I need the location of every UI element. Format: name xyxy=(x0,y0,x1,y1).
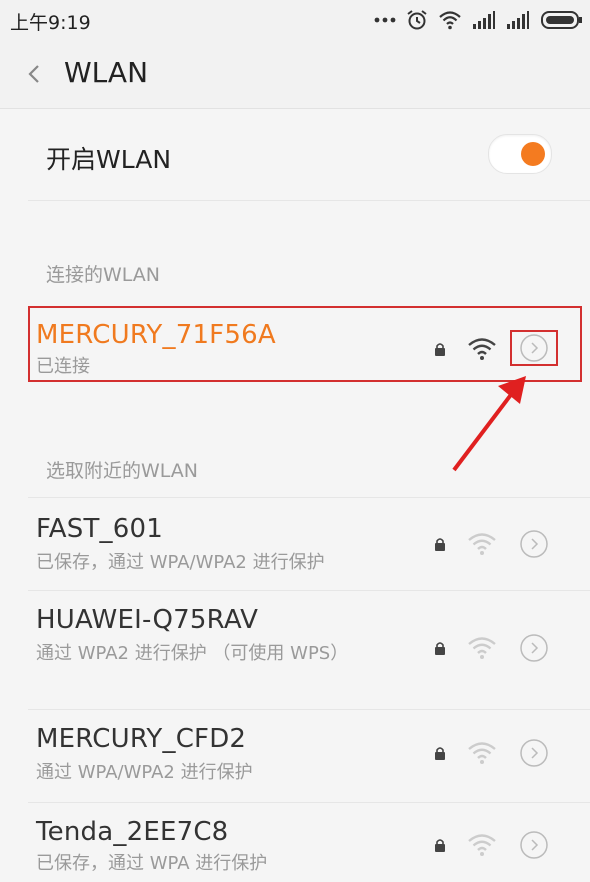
lock-icon xyxy=(435,747,445,760)
network-name: MERCURY_CFD2 xyxy=(36,724,247,754)
network-item[interactable]: MERCURY_CFD2 通过 WPA/WPA2 进行保护 xyxy=(0,710,590,802)
lock-icon xyxy=(435,538,445,551)
network-name: HUAWEI-Q75RAV xyxy=(36,605,259,635)
network-status: 已连接 xyxy=(36,356,90,377)
chevron-right-icon[interactable] xyxy=(519,333,549,363)
network-detail: 已保存，通过 WPA 进行保护 xyxy=(36,853,268,874)
status-bar: 上午9:19 xyxy=(0,0,590,40)
lock-icon xyxy=(435,642,445,655)
status-icons xyxy=(374,8,584,32)
network-detail: 通过 WPA2 进行保护 （可使用 WPS） xyxy=(36,643,349,664)
network-detail: 已保存，通过 WPA/WPA2 进行保护 xyxy=(36,552,325,573)
chevron-right-icon[interactable] xyxy=(519,738,549,768)
wifi-signal-icon xyxy=(468,834,496,856)
annotation-arrow xyxy=(452,376,526,472)
back-icon[interactable] xyxy=(20,56,50,92)
nearby-section-label: 选取附近的WLAN xyxy=(46,460,199,482)
alarm-icon xyxy=(407,10,427,30)
battery-icon xyxy=(541,11,582,29)
chevron-right-icon[interactable] xyxy=(519,830,549,860)
status-time: 上午9:19 xyxy=(10,12,91,34)
wifi-signal-icon xyxy=(468,742,496,764)
chevron-right-icon[interactable] xyxy=(519,529,549,559)
lock-icon xyxy=(435,839,445,852)
wifi-signal-icon xyxy=(468,637,496,659)
network-item[interactable]: FAST_601 已保存，通过 WPA/WPA2 进行保护 xyxy=(0,498,590,590)
ellipsis-icon xyxy=(374,17,396,23)
wifi-icon xyxy=(439,11,461,30)
wlan-toggle-label: 开启WLAN xyxy=(46,145,172,174)
network-name: FAST_601 xyxy=(36,514,163,544)
network-item[interactable]: HUAWEI-Q75RAV 通过 WPA2 进行保护 （可使用 WPS） xyxy=(0,591,590,709)
toggle-knob xyxy=(521,142,545,166)
network-name: MERCURY_71F56A xyxy=(36,320,276,350)
network-item[interactable]: Tenda_2EE7C8 已保存，通过 WPA 进行保护 xyxy=(0,803,590,882)
signal-icon xyxy=(473,11,495,29)
divider xyxy=(28,200,590,201)
wifi-signal-icon xyxy=(468,533,496,555)
wifi-signal-icon xyxy=(468,338,496,360)
network-detail: 通过 WPA/WPA2 进行保护 xyxy=(36,762,253,783)
app-header: WLAN xyxy=(0,40,590,109)
wlan-toggle-switch[interactable] xyxy=(488,134,552,174)
connected-section-label: 连接的WLAN xyxy=(46,264,161,286)
chevron-right-icon[interactable] xyxy=(519,633,549,663)
signal-icon-2 xyxy=(507,11,529,29)
lock-icon xyxy=(435,343,445,356)
network-name: Tenda_2EE7C8 xyxy=(36,817,229,847)
page-title: WLAN xyxy=(64,56,149,89)
